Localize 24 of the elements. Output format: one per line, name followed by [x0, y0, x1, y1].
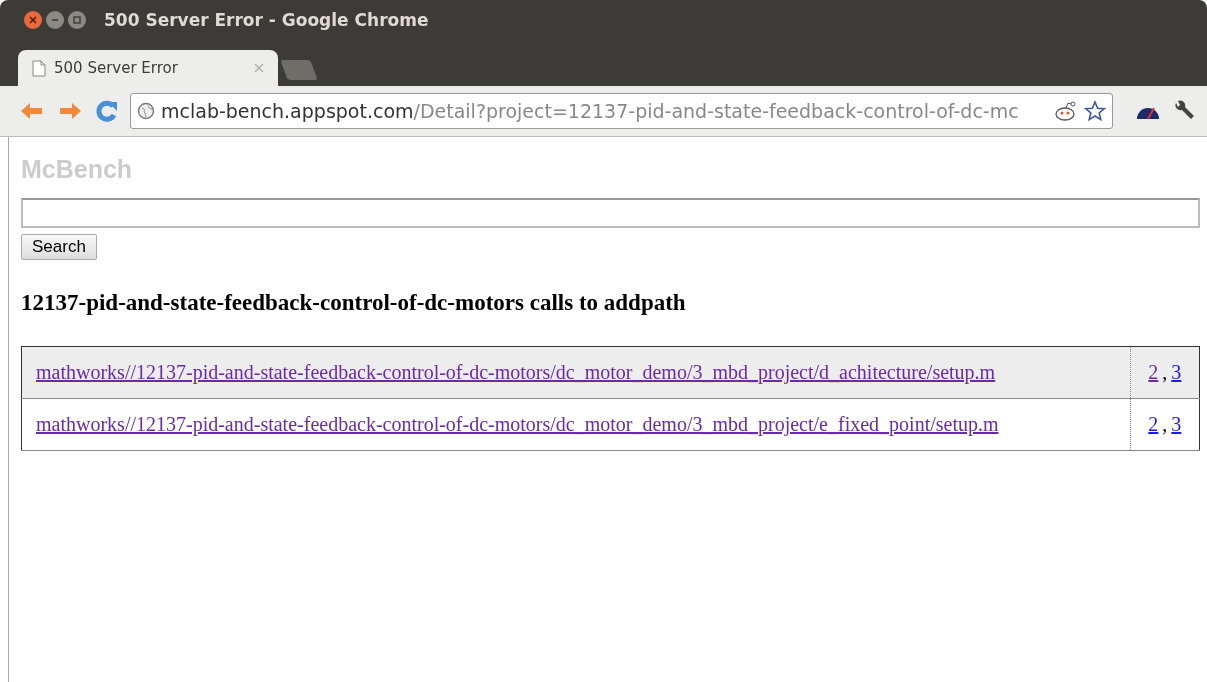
browser-tab[interactable]: 500 Server Error: [18, 50, 278, 86]
comma: ,: [1162, 413, 1168, 435]
minimize-icon[interactable]: [46, 11, 64, 29]
alien-icon[interactable]: [1054, 101, 1078, 121]
close-icon[interactable]: [24, 11, 42, 29]
line-number-link[interactable]: 2: [1148, 413, 1159, 435]
window-title: 500 Server Error - Google Chrome: [104, 10, 429, 30]
reload-icon[interactable]: [94, 98, 120, 124]
line-number-link[interactable]: 3: [1171, 413, 1182, 435]
address-bar[interactable]: mclab-bench.appspot.com/Detail?project=12137-pid-and-state-feedback-control-of-dc-mc: [130, 93, 1113, 129]
globe-icon: [137, 102, 155, 120]
new-tab-button[interactable]: [280, 60, 318, 80]
comma: ,: [1162, 361, 1168, 383]
page-heading: 12137-pid-and-state-feedback-control-of-dc-motors calls to addpath: [21, 290, 687, 316]
line-number-link[interactable]: 2: [1148, 361, 1159, 383]
file-path-link[interactable]: mathworks//12137-pid-and-state-feedback-control-of-dc-motors/dc_motor_demo/3_mbd_project/d_achitecture/setup.m: [36, 361, 996, 383]
search-button[interactable]: Search: [21, 234, 97, 260]
maximize-icon[interactable]: [68, 11, 86, 29]
page-icon: [32, 59, 46, 77]
file-path-link[interactable]: mathworks//12137-pid-and-state-feedback-control-of-dc-motors/dc_motor_demo/3_mbd_project/e_fixed_point/setup.m: [36, 413, 999, 435]
search-field[interactable]: [21, 198, 1200, 228]
close-tab-icon[interactable]: [254, 63, 264, 73]
line-number-link[interactable]: 3: [1171, 361, 1182, 383]
star-icon[interactable]: [1084, 100, 1106, 122]
